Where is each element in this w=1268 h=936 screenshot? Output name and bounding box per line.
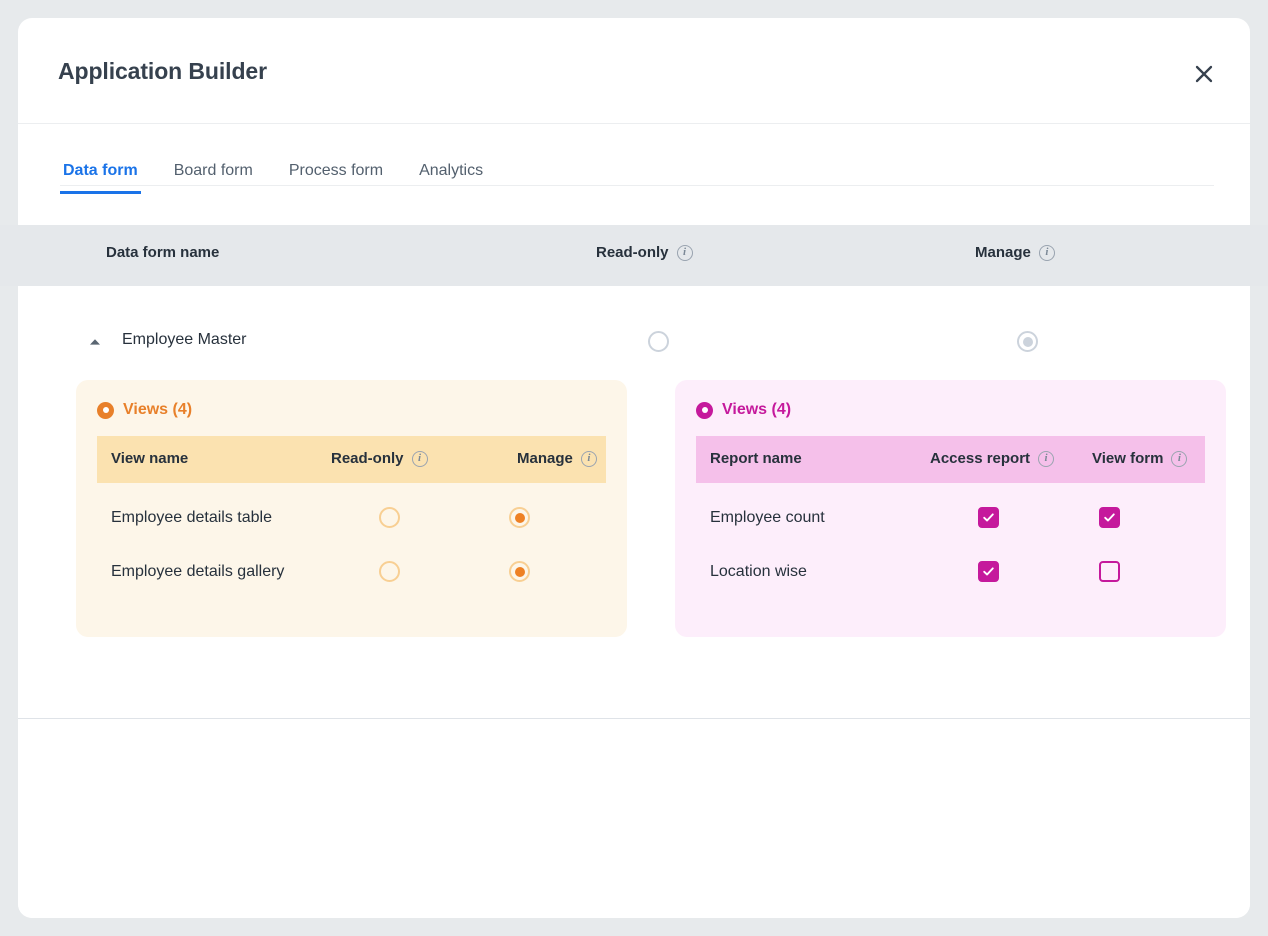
report-viewform-checkbox[interactable] xyxy=(1099,561,1120,582)
reports-col-name: Report name xyxy=(710,450,802,467)
view-readonly-radio[interactable] xyxy=(379,561,400,582)
view-manage-radio[interactable] xyxy=(509,507,530,528)
report-name: Employee count xyxy=(710,509,825,527)
caret-up-icon[interactable] xyxy=(88,335,102,349)
views-dot-icon xyxy=(696,402,713,419)
table-row: Employee count xyxy=(675,493,1226,547)
data-form-name: Employee Master xyxy=(122,331,247,349)
section-divider xyxy=(18,718,1250,719)
view-name: Employee details gallery xyxy=(111,563,284,581)
views-table-header: View name Read-only Manage xyxy=(97,436,606,483)
modal-header: Application Builder xyxy=(18,18,1250,124)
reports-col-viewform-label: View form xyxy=(1092,450,1163,467)
tab-data-form[interactable]: Data form xyxy=(60,162,141,194)
info-icon[interactable] xyxy=(1038,451,1054,467)
view-name: Employee details table xyxy=(111,509,272,527)
view-readonly-radio[interactable] xyxy=(379,507,400,528)
views-dot-icon xyxy=(97,402,114,419)
report-access-checkbox[interactable] xyxy=(978,507,999,528)
reports-panel: Views (4) Report name Access report View… xyxy=(675,380,1226,637)
reports-panel-title-label: Views (4) xyxy=(722,401,791,419)
close-icon xyxy=(1192,62,1216,86)
report-name: Location wise xyxy=(710,563,807,581)
page-title: Application Builder xyxy=(58,58,267,85)
table-row: Employee details table xyxy=(76,493,627,547)
views-panel-title-label: Views (4) xyxy=(123,401,192,419)
views-col-manage-label: Manage xyxy=(517,450,573,467)
app-background: Application Builder Data form Board form… xyxy=(0,0,1268,936)
views-col-readonly-label: Read-only xyxy=(331,450,404,467)
column-header-read-only: Read-only xyxy=(596,244,693,261)
info-icon[interactable] xyxy=(677,245,693,261)
views-col-readonly: Read-only xyxy=(331,450,428,467)
close-button[interactable] xyxy=(1188,58,1220,90)
column-header-data-form-name-label: Data form name xyxy=(106,244,219,261)
reports-panel-title: Views (4) xyxy=(675,380,1226,419)
info-icon[interactable] xyxy=(412,451,428,467)
tab-bar: Data form Board form Process form Analyt… xyxy=(18,124,1250,208)
column-header-data-form-name: Data form name xyxy=(106,244,219,261)
table-row: Employee Master xyxy=(18,304,1250,380)
info-icon[interactable] xyxy=(1039,245,1055,261)
application-builder-modal: Application Builder Data form Board form… xyxy=(18,18,1250,918)
reports-table-header: Report name Access report View form xyxy=(696,436,1205,483)
reports-col-name-label: Report name xyxy=(710,450,802,467)
employee-master-manage-radio[interactable] xyxy=(1017,331,1038,352)
views-panel-title: Views (4) xyxy=(76,380,627,419)
employee-master-readonly-radio[interactable] xyxy=(648,331,669,352)
views-col-name-label: View name xyxy=(111,450,188,467)
views-col-manage: Manage xyxy=(517,450,597,467)
reports-col-access: Access report xyxy=(930,450,1054,467)
views-col-name: View name xyxy=(111,450,188,467)
info-icon[interactable] xyxy=(581,451,597,467)
permissions-table: Employee Master Views (4) xyxy=(18,304,1250,918)
table-row: Location wise xyxy=(675,547,1226,601)
reports-col-viewform: View form xyxy=(1092,450,1187,467)
reports-col-access-label: Access report xyxy=(930,450,1030,467)
column-header-band: Data form name Read-only Manage xyxy=(0,225,1268,286)
views-panel: Views (4) View name Read-only Manage xyxy=(76,380,627,637)
info-icon[interactable] xyxy=(1171,451,1187,467)
table-row: Employee details gallery xyxy=(76,547,627,601)
column-header-manage-label: Manage xyxy=(975,244,1031,261)
report-viewform-checkbox[interactable] xyxy=(1099,507,1120,528)
tab-analytics[interactable]: Analytics xyxy=(416,162,486,194)
report-access-checkbox[interactable] xyxy=(978,561,999,582)
view-manage-radio[interactable] xyxy=(509,561,530,582)
column-header-manage: Manage xyxy=(975,244,1055,261)
tab-board-form[interactable]: Board form xyxy=(171,162,256,194)
tab-process-form[interactable]: Process form xyxy=(286,162,386,194)
column-header-read-only-label: Read-only xyxy=(596,244,669,261)
tab-bar-divider xyxy=(60,185,1214,186)
sub-permission-panels: Views (4) View name Read-only Manage xyxy=(76,380,1250,637)
